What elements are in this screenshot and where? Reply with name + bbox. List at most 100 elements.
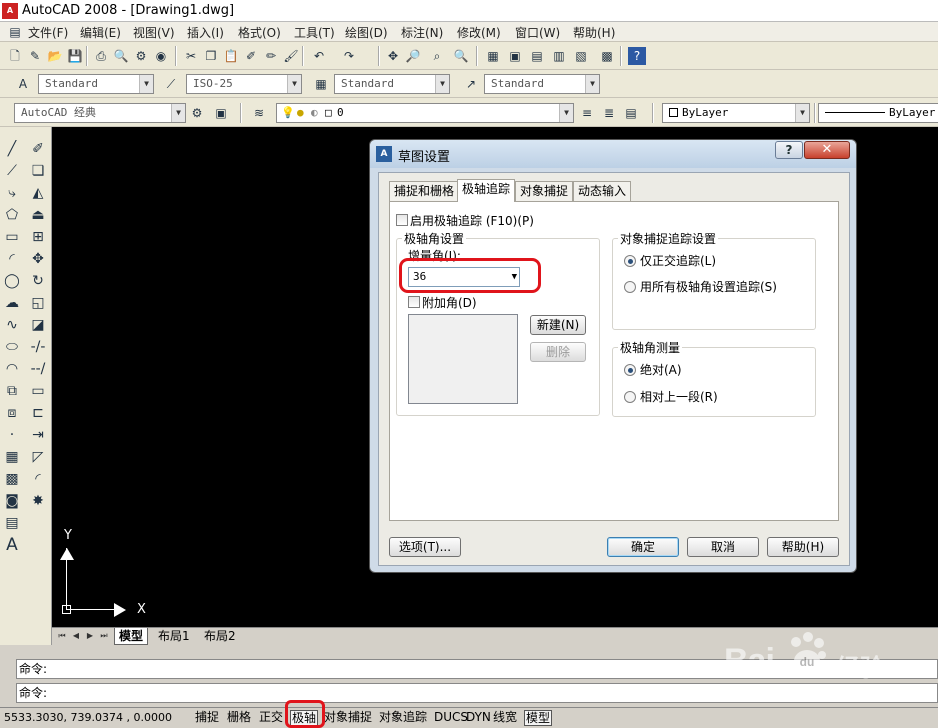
match-properties-icon[interactable]: ✐ [242,47,260,65]
menu-modify[interactable]: 修改(M) [457,24,501,41]
ortho-toggle[interactable]: 正交 [259,710,283,726]
menu-edit[interactable]: 编辑(E) [80,24,121,41]
orthogonal-only-label[interactable]: 仅正交追踪(L) [640,252,716,269]
trim-icon[interactable]: -/- [28,337,48,357]
sheet-set-icon[interactable]: ▥ [550,47,568,65]
tab-snap-grid[interactable]: 捕捉和栅格 [389,181,460,201]
fillet-icon[interactable]: ◜ [28,469,48,489]
design-center-icon[interactable]: ▣ [506,47,524,65]
zoom-realtime-icon[interactable]: 🔎 [404,47,422,65]
autocad-app-icon[interactable]: A [2,3,18,19]
revision-cloud-icon[interactable]: ☁ [2,293,22,313]
join-icon[interactable]: ⇥ [28,425,48,445]
publish-icon[interactable]: ⚙ [132,47,150,65]
ellipse-icon[interactable]: ⬭ [2,337,22,357]
last-tab-icon[interactable]: ⏭ [98,630,110,642]
first-tab-icon[interactable]: ⏮ [56,630,68,642]
gradient-icon[interactable]: ▩ [2,469,22,489]
workspace-combo[interactable]: AutoCAD 经典 ▼ [14,103,186,123]
new-icon[interactable]: 🗋 [6,47,24,65]
menu-insert[interactable]: 插入(I) [187,24,224,41]
explode-icon[interactable]: ✸ [28,491,48,511]
spline-icon[interactable]: ∿ [2,315,22,335]
tab-layout1[interactable]: 布局1 [154,628,194,645]
save-icon[interactable]: 💾 [66,47,84,65]
menu-help[interactable]: 帮助(H) [573,24,615,41]
zoom-previous-icon[interactable]: 🔍 [452,47,470,65]
table-style-combo[interactable]: Standard ▼ [334,74,450,94]
text-style-icon[interactable]: A [14,75,32,93]
calculator-icon[interactable]: ▩ [598,47,616,65]
menu-tools[interactable]: 工具(T) [294,24,335,41]
delete-angle-button[interactable]: 删除 [530,342,586,362]
offset-icon[interactable]: ⏏ [28,205,48,225]
menu-draw[interactable]: 绘图(D) [345,24,388,41]
line-icon[interactable]: ╱ [2,139,22,159]
additional-angles-list[interactable] [408,314,518,404]
move-icon[interactable]: ✥ [28,249,48,269]
erase-icon[interactable]: ✐ [28,139,48,159]
arc-icon[interactable]: ◜ [2,249,22,269]
brush-icon[interactable]: 🖌 [282,47,300,65]
relative-label[interactable]: 相对上一段(R) [640,388,718,405]
tab-dynamic-input[interactable]: 动态输入 [573,181,632,201]
layer-state-icon[interactable]: ▤ [622,104,640,122]
rotate-icon[interactable]: ↻ [28,271,48,291]
3d-dwf-icon[interactable]: ◉ [152,47,170,65]
cut-icon[interactable]: ✂ [182,47,200,65]
pan-icon[interactable]: ✥ [384,47,402,65]
qnew-icon[interactable]: ✎ [26,47,44,65]
polygon-icon[interactable]: ⬠ [2,205,22,225]
menu-dimension[interactable]: 标注(N) [401,24,443,41]
prev-tab-icon[interactable]: ◀ [70,630,82,642]
point-icon[interactable]: · [2,425,22,445]
plot-preview-icon[interactable]: 🔍 [112,47,130,65]
layer-combo[interactable]: 💡 ● ◐ □ 0 ▼ [276,103,574,123]
region-icon[interactable]: ◙ [2,491,22,511]
all-polar-label[interactable]: 用所有极轴角设置追踪(S) [640,278,777,295]
open-icon[interactable]: 📂 [46,47,64,65]
absolute-label[interactable]: 绝对(A) [640,361,682,378]
menu-view[interactable]: 视图(V) [133,24,175,41]
print-icon[interactable]: ⎙ [92,47,110,65]
ok-button[interactable]: 确定 [607,537,679,557]
help-icon[interactable]: ? [628,47,646,65]
orthogonal-only-radio[interactable] [624,255,636,267]
scale-icon[interactable]: ◱ [28,293,48,313]
layer-manager-icon[interactable]: ≋ [250,104,268,122]
osnap-toggle[interactable]: 对象捕捉 [324,710,372,726]
redo-icon[interactable]: ↷ [340,47,358,65]
markup-icon[interactable]: ▧ [572,47,590,65]
table-icon[interactable]: ▤ [2,513,22,533]
ellipse-arc-icon[interactable]: ◠ [2,359,22,379]
construction-line-icon[interactable]: ⟋ [2,161,22,181]
multiline-text-icon[interactable]: A [2,535,22,555]
dyn-toggle[interactable]: DYN [466,710,491,726]
additional-angles-label[interactable]: 附加角(D) [422,294,477,311]
dialog-close-button[interactable]: ✕ [804,141,850,159]
app-menu-icon[interactable]: ▤ [6,23,24,41]
text-style-combo[interactable]: Standard ▼ [38,74,154,94]
color-combo[interactable]: ByLayer ▼ [662,103,810,123]
tab-object-snap[interactable]: 对象捕捉 [515,181,574,201]
model-toggle[interactable]: 模型 [524,710,553,726]
menu-file[interactable]: 文件(F) [28,24,68,41]
absolute-radio[interactable] [624,364,636,376]
polyline-icon[interactable]: ⤷ [2,183,22,203]
circle-icon[interactable]: ◯ [2,271,22,291]
grid-toggle[interactable]: 栅格 [227,710,251,726]
layer-previous-icon[interactable]: ≣ [600,104,618,122]
coordinate-readout[interactable]: 5533.3030, 739.0374 , 0.0000 [4,711,172,724]
relative-radio[interactable] [624,391,636,403]
lineweight-toggle[interactable]: 线宽 [493,710,517,726]
make-current-icon[interactable]: ≡ [578,104,596,122]
undo-icon[interactable]: ↶ [310,47,328,65]
block-editor-icon[interactable]: ✏ [262,47,280,65]
ducs-toggle[interactable]: DUCS [434,710,468,726]
options-button[interactable]: 选项(T)... [389,537,461,557]
workspace-save-icon[interactable]: ▣ [212,104,230,122]
dim-style-combo[interactable]: ISO-25 ▼ [186,74,302,94]
menu-window[interactable]: 窗口(W) [515,24,560,41]
otrack-toggle[interactable]: 对象追踪 [379,710,427,726]
rectangle-icon[interactable]: ▭ [2,227,22,247]
